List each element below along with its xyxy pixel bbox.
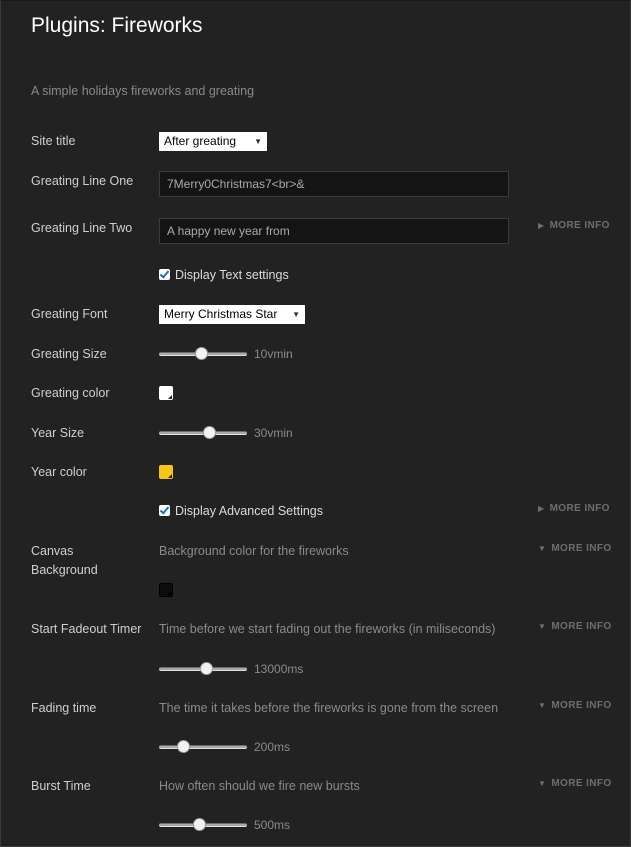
burst-time-hint: How often should we fire new bursts: [159, 779, 360, 793]
display-advanced-settings-label: Display Advanced Settings: [175, 504, 324, 518]
greeting-color-label: Greating color: [31, 386, 110, 400]
site-title-label: Site title: [31, 134, 76, 148]
slider-thumb[interactable]: [203, 426, 217, 439]
page-title: Plugins: Fireworks: [31, 14, 203, 37]
chevron-down-icon: ▼: [292, 310, 300, 319]
more-info-advanced[interactable]: ▶ MORE INFO: [538, 503, 610, 514]
site-title-value: After greating: [164, 134, 237, 148]
caret-down-icon: ▼: [538, 622, 547, 631]
greeting-font-select[interactable]: Merry Christmas Star ▼: [159, 305, 305, 324]
burst-time-value: 500ms: [254, 818, 291, 832]
canvas-background-hint: Background color for the fireworks: [159, 544, 349, 558]
year-size-slider[interactable]: [159, 426, 247, 440]
greeting-size-slider[interactable]: [159, 347, 247, 361]
caret-right-icon: ▶: [538, 221, 545, 230]
fadeout-timer-label: Start Fadeout Timer: [31, 622, 142, 636]
greeting-line-two-label: Greating Line Two: [31, 221, 133, 235]
greeting-color-swatch[interactable]: [159, 386, 173, 400]
greeting-line-one-input[interactable]: 7Merry0Christmas7<br>&: [159, 171, 509, 197]
fadeout-timer-value: 13000ms: [254, 662, 304, 676]
chevron-down-icon: ▼: [254, 137, 262, 146]
slider-thumb[interactable]: [176, 740, 190, 753]
greeting-line-one-label: Greating Line One: [31, 174, 134, 188]
more-info-line-two[interactable]: ▶ MORE INFO: [538, 220, 610, 231]
fading-time-value: 200ms: [254, 740, 291, 754]
slider-track: [159, 745, 247, 749]
greeting-font-value: Merry Christmas Star: [164, 307, 278, 321]
plugin-settings-panel: Plugins: Fireworks A simple holidays fir…: [0, 0, 631, 847]
display-advanced-settings-checkbox[interactable]: Display Advanced Settings: [159, 503, 323, 519]
slider-thumb[interactable]: [195, 347, 209, 360]
site-title-select[interactable]: After greating ▼: [159, 132, 267, 151]
more-info-canvas-background[interactable]: ▼ MORE INFO: [538, 543, 612, 554]
caret-down-icon: ▼: [538, 544, 547, 553]
display-text-settings-checkbox[interactable]: Display Text settings: [159, 267, 289, 283]
greeting-line-two-input[interactable]: A happy new year from: [159, 218, 509, 244]
plugin-description: A simple holidays fireworks and greating: [31, 84, 255, 98]
caret-down-icon: ▼: [538, 701, 547, 710]
canvas-background-swatch[interactable]: [159, 583, 173, 597]
fadeout-timer-hint: Time before we start fading out the fire…: [159, 622, 496, 636]
slider-thumb[interactable]: [192, 818, 206, 831]
caret-down-icon: ▼: [538, 779, 547, 788]
burst-time-label: Burst Time: [31, 779, 91, 793]
burst-time-slider[interactable]: [159, 818, 247, 832]
slider-thumb[interactable]: [199, 662, 213, 675]
year-color-swatch[interactable]: [159, 465, 173, 479]
more-info-burst-time[interactable]: ▼ MORE INFO: [538, 778, 612, 789]
year-size-label: Year Size: [31, 426, 85, 440]
fadeout-timer-slider[interactable]: [159, 662, 247, 676]
greeting-size-label: Greating Size: [31, 347, 107, 361]
canvas-background-label: Canvas Background: [31, 544, 98, 577]
greeting-size-value: 10vmin: [254, 347, 293, 361]
greeting-font-label: Greating Font: [31, 307, 108, 321]
checkbox-checked-icon[interactable]: [159, 269, 170, 280]
display-text-settings-label: Display Text settings: [175, 268, 289, 282]
fading-time-label: Fading time: [31, 701, 97, 715]
year-size-value: 30vmin: [254, 426, 293, 440]
fading-time-hint: The time it takes before the fireworks i…: [159, 701, 499, 715]
caret-right-icon: ▶: [538, 504, 545, 513]
fading-time-slider[interactable]: [159, 740, 247, 754]
more-info-fadeout-timer[interactable]: ▼ MORE INFO: [538, 621, 612, 632]
year-color-label: Year color: [31, 465, 87, 479]
checkbox-checked-icon[interactable]: [159, 505, 170, 516]
more-info-fading-time[interactable]: ▼ MORE INFO: [538, 700, 612, 711]
